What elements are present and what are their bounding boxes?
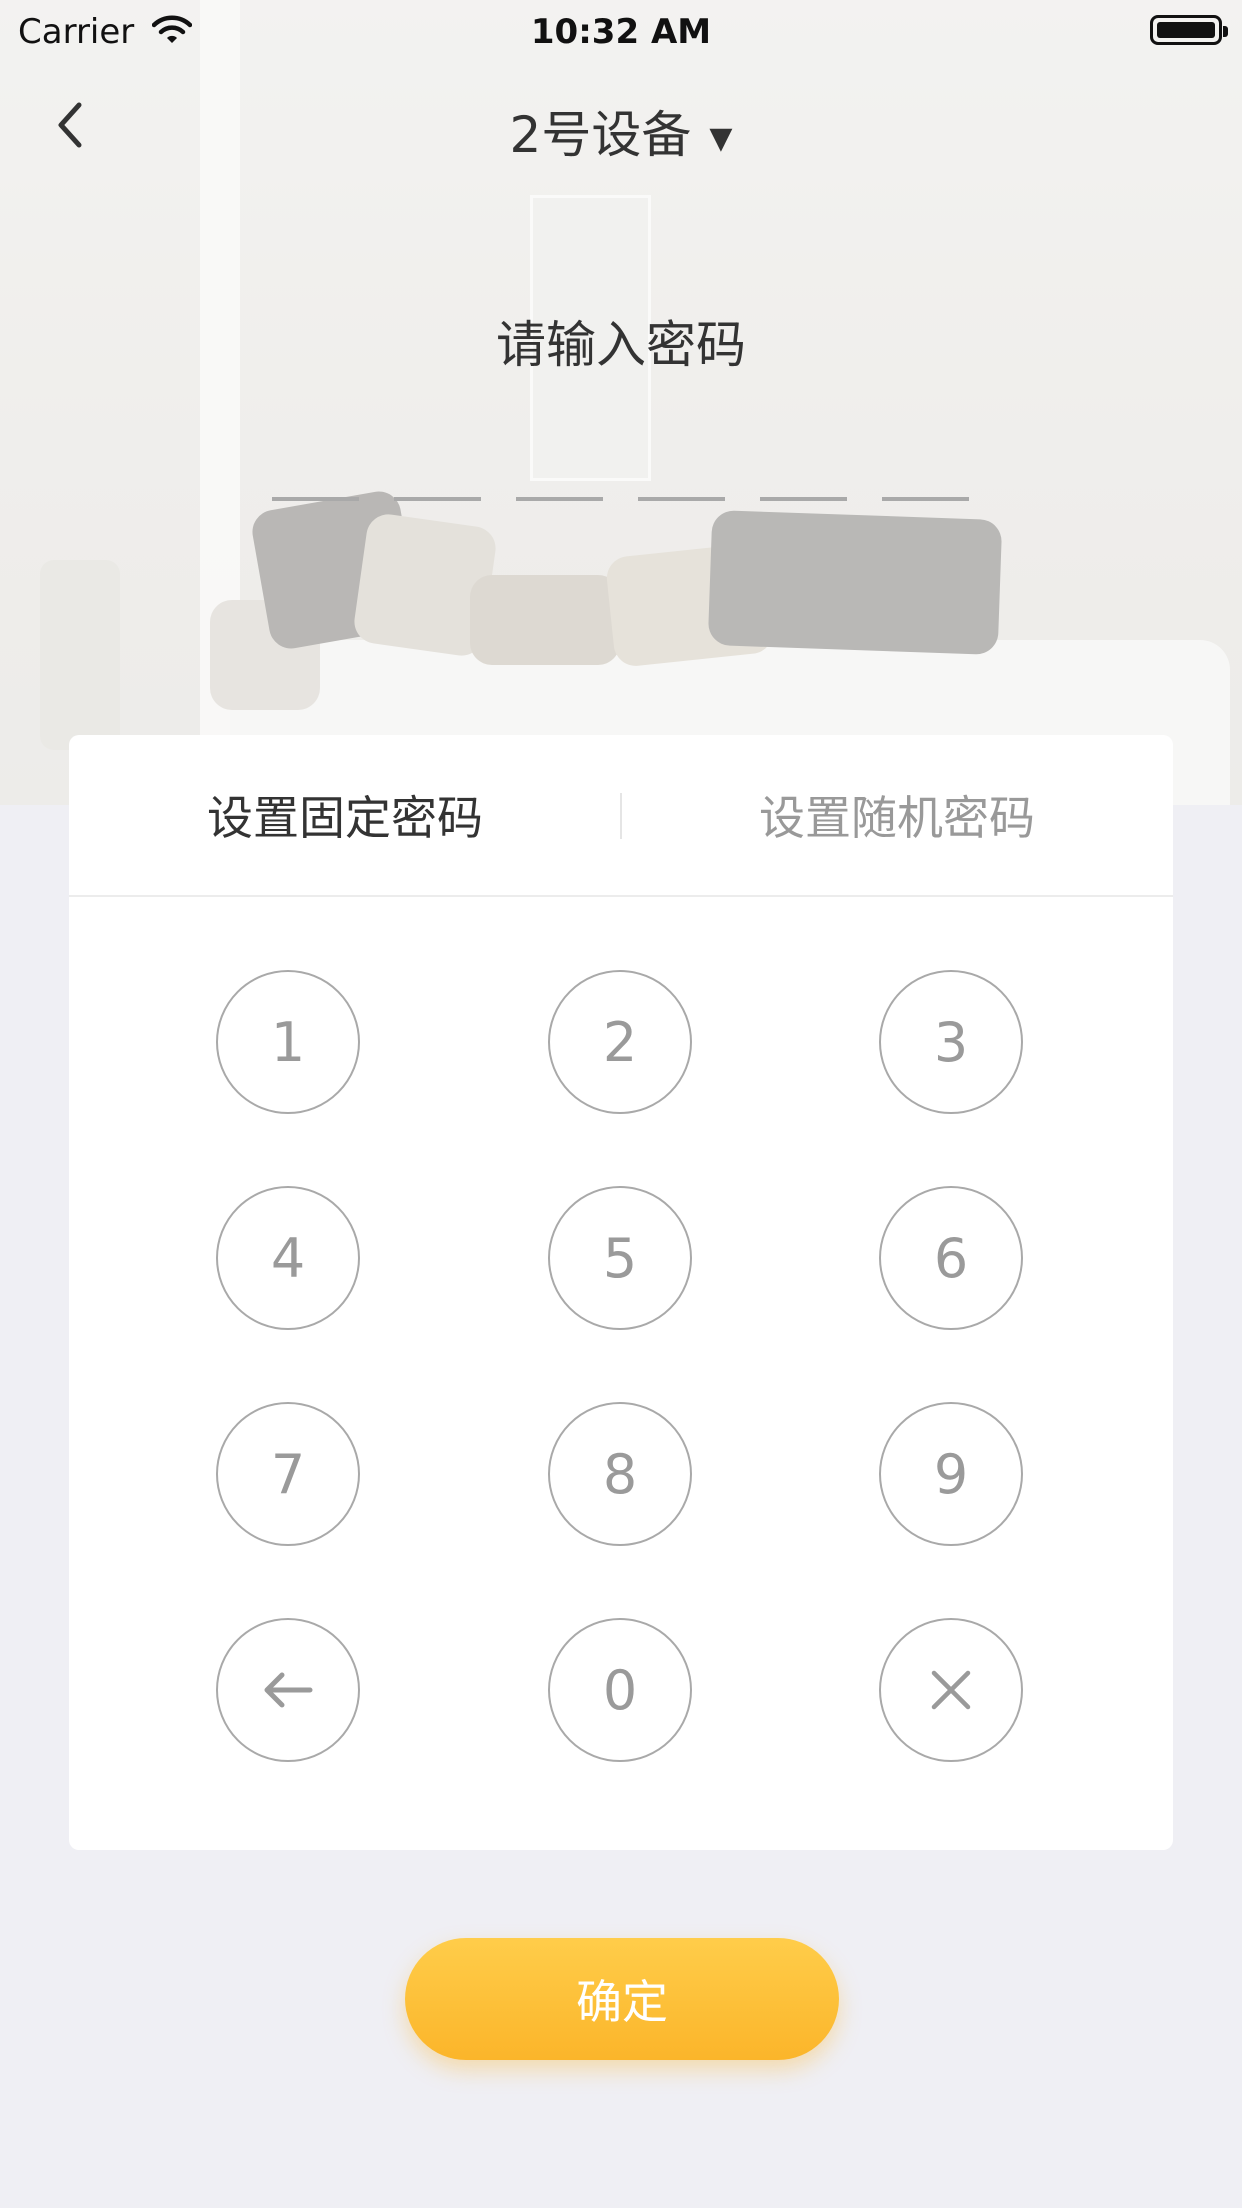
key-4[interactable]: 4: [216, 1186, 360, 1330]
keypad-card: 设置固定密码 设置随机密码 1 2 3 4 5 6 7 8 9 0: [69, 735, 1173, 1850]
key-2[interactable]: 2: [548, 970, 692, 1114]
password-prompt: 请输入密码: [496, 316, 746, 374]
status-time: 10:32 AM: [530, 12, 712, 52]
backspace-key[interactable]: [216, 1618, 360, 1762]
caret-down-icon: ▼: [709, 121, 733, 156]
close-icon: [931, 1670, 971, 1710]
pin-display: [272, 497, 969, 501]
key-0[interactable]: 0: [548, 1618, 692, 1762]
pin-slot: [516, 497, 603, 501]
tab-random-password[interactable]: 设置随机密码: [621, 735, 1173, 895]
key-1[interactable]: 1: [216, 970, 360, 1114]
key-6[interactable]: 6: [879, 1186, 1023, 1330]
clear-key[interactable]: [879, 1618, 1023, 1762]
tab-fixed-password[interactable]: 设置固定密码: [69, 735, 621, 895]
pin-slot: [760, 497, 847, 501]
password-mode-tabs: 设置固定密码 设置随机密码: [69, 735, 1173, 897]
status-bar: Carrier 10:32 AM: [0, 0, 1242, 60]
device-title: 2号设备: [509, 106, 692, 164]
pin-slot: [638, 497, 725, 501]
confirm-button[interactable]: 确定: [405, 1938, 839, 2060]
pin-slot: [882, 497, 969, 501]
key-5[interactable]: 5: [548, 1186, 692, 1330]
key-3[interactable]: 3: [879, 970, 1023, 1114]
key-9[interactable]: 9: [879, 1402, 1023, 1546]
device-selector[interactable]: 2号设备 ▼: [0, 95, 1242, 167]
battery-icon: [1150, 15, 1228, 45]
key-8[interactable]: 8: [548, 1402, 692, 1546]
key-7[interactable]: 7: [216, 1402, 360, 1546]
pin-slot: [272, 497, 359, 501]
pin-slot: [394, 497, 481, 501]
arrow-left-icon: [264, 1672, 313, 1708]
